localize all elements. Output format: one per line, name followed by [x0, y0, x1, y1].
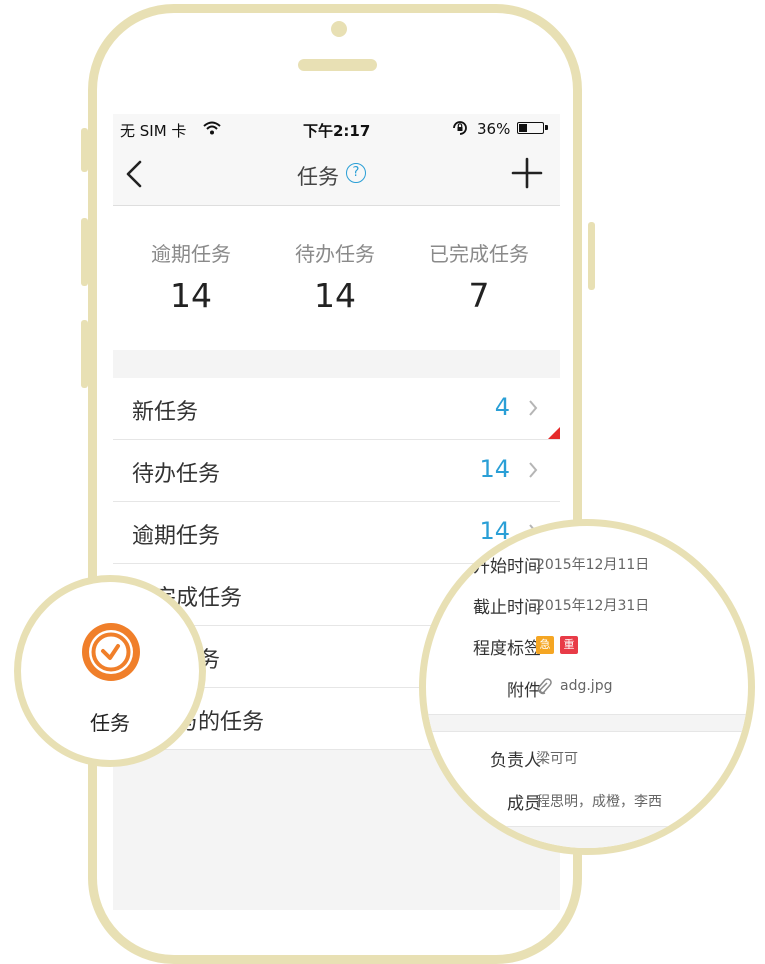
chevron-right-icon: [528, 399, 538, 421]
paperclip-icon: [536, 678, 552, 700]
list-item-pending-tasks[interactable]: 待办任务 14: [113, 440, 560, 502]
stat-label: 已完成任务: [429, 242, 529, 266]
back-icon[interactable]: [125, 159, 143, 193]
detail-owner: 负责人 梁可可: [426, 746, 748, 776]
mute-switch: [81, 128, 88, 172]
attachment-link[interactable]: adg.jpg: [560, 678, 612, 694]
new-indicator-corner: [548, 427, 560, 439]
section-divider: [426, 714, 748, 732]
battery-icon: [517, 122, 548, 134]
zoom-circle-task-icon: 任务: [14, 575, 206, 767]
detail-value: 程思明，成橙，李西: [536, 794, 662, 810]
detail-label: 截止时间: [473, 598, 541, 618]
front-camera: [331, 21, 347, 37]
chevron-right-icon: [528, 461, 538, 483]
detail-label: 负责人: [490, 751, 541, 771]
detail-priority-tags: 程度标签 急重: [426, 634, 748, 664]
page-title: 任务: [297, 165, 339, 189]
help-icon[interactable]: ?: [346, 163, 366, 183]
urgent-tag: 急: [536, 636, 554, 654]
detail-value: 梁可可: [536, 751, 578, 767]
detail-start-time: 开始时间 2015年12月11日: [426, 552, 748, 582]
rotation-lock-icon: [451, 119, 469, 141]
detail-value: 2015年12月31日: [536, 598, 650, 614]
list-item-label: 逾期任务: [132, 524, 221, 549]
task-stats-panel: 逾期任务 14 待办任务 14 已完成任务 7: [113, 206, 560, 350]
power-button: [588, 222, 595, 290]
stat-value: 7: [468, 276, 490, 315]
navigation-bar: 任务 ?: [113, 144, 560, 206]
stat-value: 14: [170, 276, 212, 315]
detail-value: 2015年12月11日: [536, 557, 650, 573]
list-item-label: 待办任务: [132, 462, 221, 487]
list-item-count: 14: [479, 455, 510, 483]
list-item-count: 4: [494, 393, 510, 421]
zoom-circle-task-detail: 开始时间 2015年12月11日 截止时间 2015年12月31日 程度标签 急…: [419, 519, 755, 855]
task-app-caption: 任务: [90, 711, 130, 735]
detail-members: 成员 程思明，成橙，李西: [426, 789, 748, 819]
status-time: 下午2:17: [303, 122, 371, 140]
carrier-label: 无 SIM 卡: [120, 122, 187, 140]
stat-value: 14: [314, 276, 356, 315]
detail-label: 程度标签: [473, 639, 541, 659]
volume-up-button: [81, 218, 88, 286]
volume-down-button: [81, 320, 88, 388]
stat-label: 待办任务: [295, 242, 375, 266]
add-task-icon[interactable]: [511, 157, 543, 193]
status-bar: 无 SIM 卡 下午2:17 36%: [113, 114, 560, 144]
detail-label: 开始时间: [473, 557, 541, 577]
earpiece-speaker: [298, 59, 377, 71]
battery-fill: [519, 124, 527, 132]
battery-percent: 36%: [477, 120, 511, 138]
battery-nub: [545, 125, 548, 130]
list-item-new-tasks[interactable]: 新任务 4: [113, 378, 560, 440]
wifi-icon: [203, 121, 221, 139]
clock-icon[interactable]: [80, 621, 142, 687]
list-item-label: 新任务: [132, 400, 199, 425]
detail-attachment: 附件 adg.jpg: [426, 676, 748, 706]
tag-group: 急重: [536, 636, 584, 654]
important-tag: 重: [560, 636, 578, 654]
detail-end-time: 截止时间 2015年12月31日: [426, 593, 748, 623]
stat-label: 逾期任务: [151, 242, 231, 266]
